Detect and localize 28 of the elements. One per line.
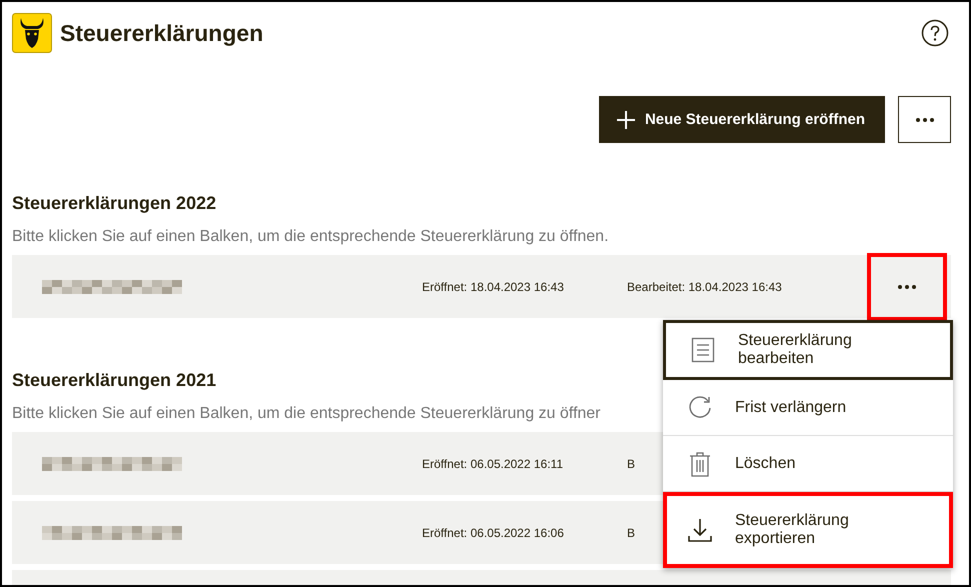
- opened-date: Eröffnet: 18.04.2023 16:43: [422, 280, 565, 294]
- menu-item[interactable]: Löschen: [663, 436, 953, 492]
- edited-date: B: [627, 456, 636, 470]
- opened-date: Eröffnet: 06.05.2022 16:06: [422, 526, 565, 540]
- refresh-icon: [687, 394, 713, 420]
- more-options-button[interactable]: [898, 96, 951, 143]
- hint-text: Bitte klicken Sie auf einen Balken, um die entsprechende Steuererklärung zu öffner: [12, 405, 601, 423]
- edited-date: B: [627, 526, 636, 540]
- edited-date: Bearbeitet: 18.04.2023 16:43: [627, 280, 782, 294]
- section-heading: Steuererklärungen 2021: [12, 370, 218, 391]
- menu-item[interactable]: Frist verlängern: [663, 380, 953, 436]
- bull-head-logo-icon: [12, 13, 52, 53]
- ellipsis-icon: [898, 284, 916, 288]
- page-title: Steuererklärungen: [60, 20, 264, 46]
- section-heading: Steuererklärungen 2022: [12, 193, 218, 214]
- trash-icon: [687, 450, 713, 476]
- plus-icon: [616, 110, 635, 128]
- row-options-button[interactable]: [871, 256, 943, 316]
- menu-item[interactable]: Steuererklärung exportieren: [663, 492, 953, 568]
- hint-text: Bitte klicken Sie auf einen Balken, um die entsprechende Steuererklärung zu öffnen.: [12, 228, 609, 246]
- menu-item[interactable]: Steuererklärung bearbeiten: [663, 320, 953, 380]
- ellipsis-icon: [916, 118, 934, 122]
- document-icon: [690, 337, 716, 363]
- help-icon: [921, 19, 949, 47]
- new-return-button[interactable]: Neue Steuererklärung eröffnen: [598, 96, 885, 143]
- return-row[interactable]: Eröffnet: 18.04.2023 16:43 Bearbeitet: 18.04.2023 16:43: [12, 255, 951, 318]
- download-icon: [687, 517, 713, 543]
- opened-date: Eröffnet: 06.05.2022 16:11: [422, 456, 564, 470]
